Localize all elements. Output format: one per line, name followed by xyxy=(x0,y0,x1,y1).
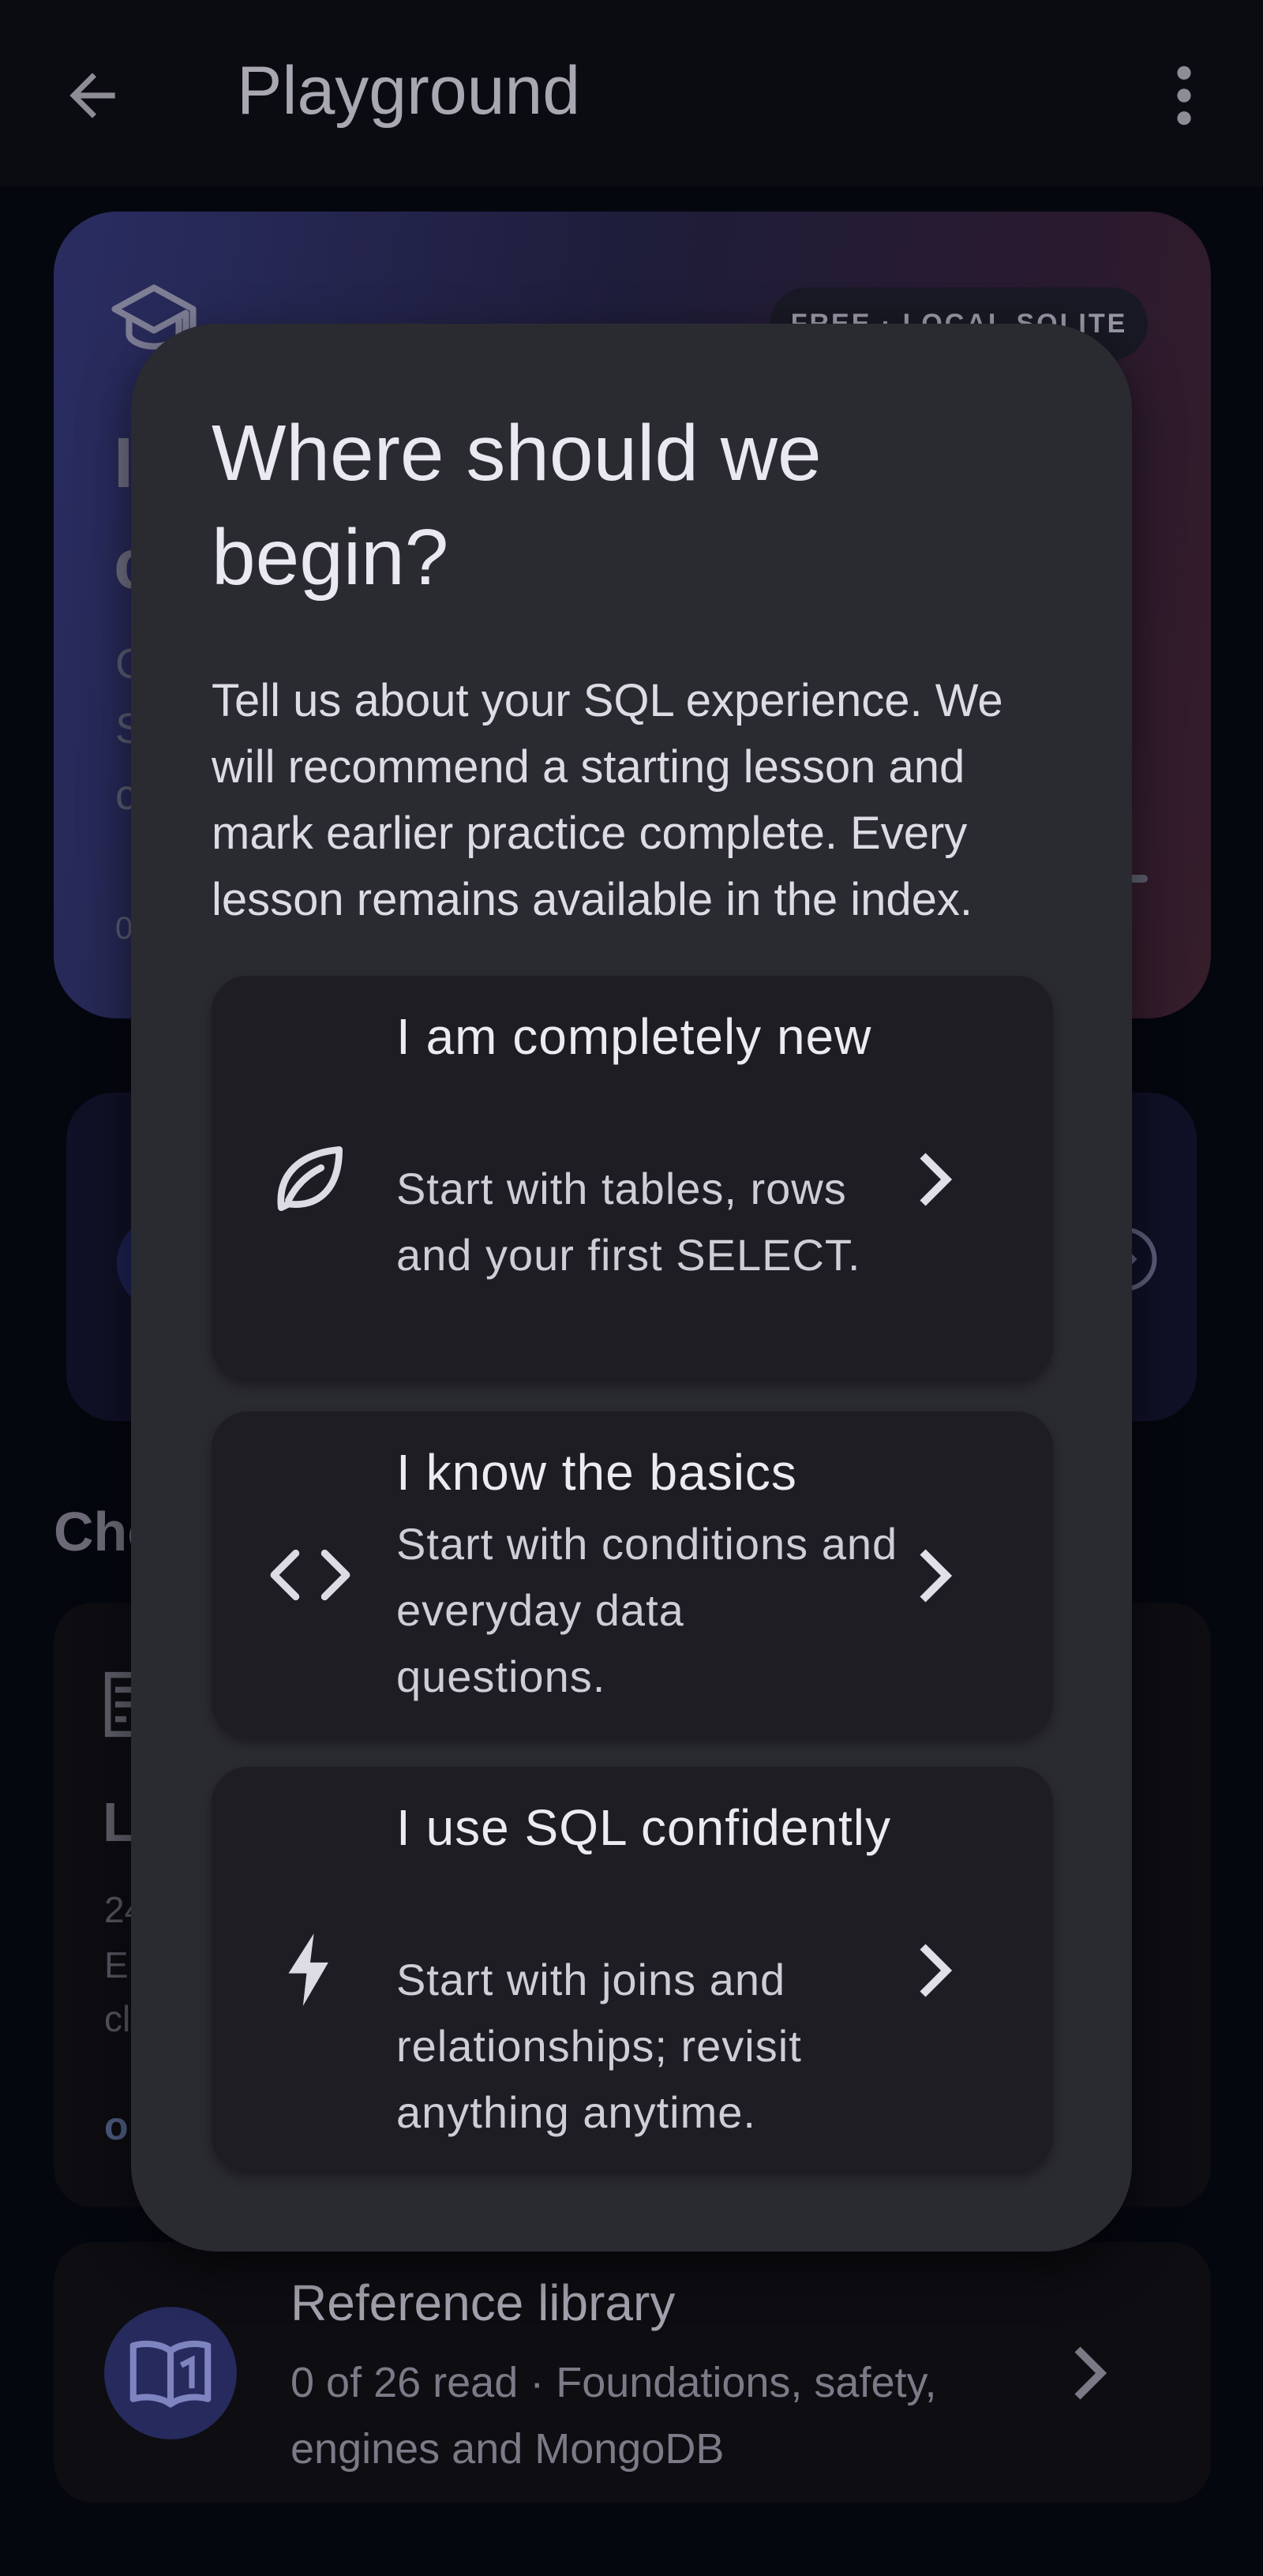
dialog-title: Where should we begin? xyxy=(212,409,822,602)
option-title: I use SQL confidently xyxy=(396,1799,891,1856)
lessons-line-fragment-3: cl xyxy=(104,1998,131,2039)
option-description: Start with joins and relationships; revi… xyxy=(396,1955,802,2137)
reference-library-title: Reference library xyxy=(290,2274,676,2331)
lessons-line-fragment-2: E xyxy=(104,1944,129,1985)
page-title: Playground xyxy=(237,53,581,129)
code-icon xyxy=(270,1549,350,1601)
option-use-confidently[interactable]: I use SQL confidently Start with joins a… xyxy=(212,1767,1053,2173)
reference-library-subtitle: 0 of 26 read · Foundations, safety, engi… xyxy=(290,2359,937,2473)
option-title: I am completely new xyxy=(396,1008,872,1065)
chevron-right-icon xyxy=(920,1944,953,1997)
app-bar xyxy=(0,0,1263,186)
option-completely-new[interactable]: I am completely new Start with tables, r… xyxy=(212,976,1053,1382)
book-open-icon xyxy=(129,2340,212,2408)
more-vert-icon[interactable] xyxy=(1162,62,1206,129)
dialog-body: Tell us about your SQL experience. We wi… xyxy=(212,675,1003,925)
option-description: Start with conditions and everyday data … xyxy=(396,1519,898,1701)
bolt-icon xyxy=(288,1933,328,2006)
option-title: I know the basics xyxy=(396,1444,797,1501)
option-description: Start with tables, rows and your first S… xyxy=(396,1164,861,1280)
leaf-icon xyxy=(277,1146,343,1212)
chevron-right-icon xyxy=(920,1153,953,1206)
chevron-right-icon xyxy=(920,1549,953,1603)
option-know-basics[interactable]: I know the basics Start with conditions … xyxy=(212,1412,1053,1738)
lessons-action-fragment[interactable]: o xyxy=(104,2103,129,2149)
chevron-right-icon[interactable] xyxy=(1066,2342,1113,2405)
hero-progress-fragment: 0 xyxy=(115,911,133,946)
back-arrow-icon[interactable] xyxy=(58,62,126,129)
